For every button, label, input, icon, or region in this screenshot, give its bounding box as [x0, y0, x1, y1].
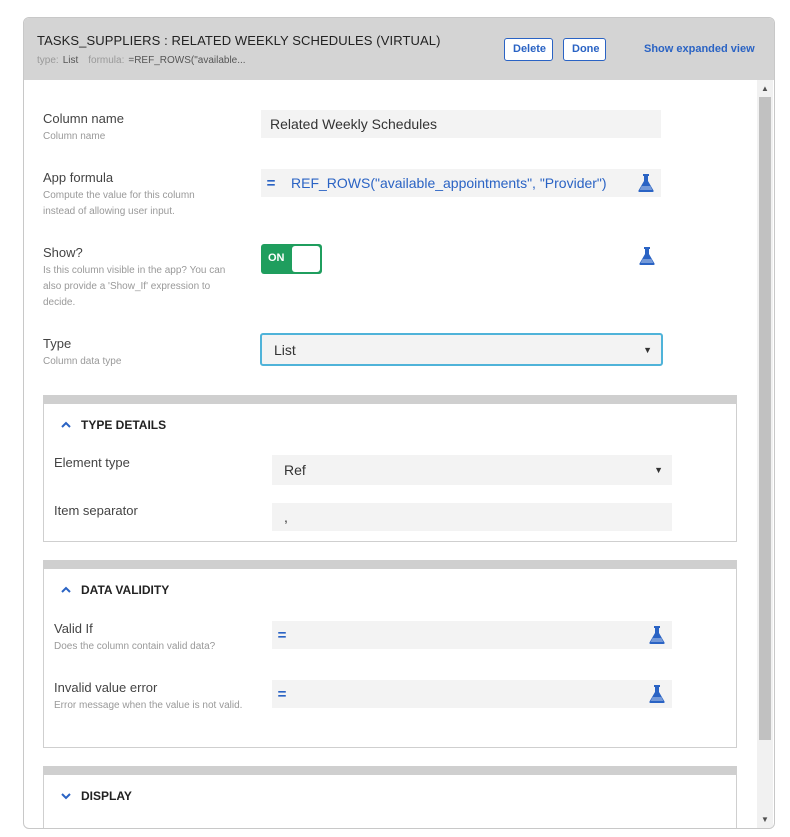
- show-expanded-view-link[interactable]: Show expanded view: [644, 43, 755, 55]
- dialog-subtitle: type: List formula: =REF_ROWS("available...: [37, 55, 246, 66]
- type-value: List: [62, 55, 79, 66]
- app-formula-input[interactable]: = REF_ROWS("available_appointments", "Pr…: [261, 169, 661, 197]
- flask-icon[interactable]: [648, 684, 666, 704]
- data-validity-section: DATA VALIDITY Valid If Does the column c…: [43, 560, 737, 748]
- formula-equals-icon: =: [277, 685, 287, 703]
- element-type-value: Ref: [284, 462, 306, 478]
- column-name-help: Column name: [43, 131, 106, 142]
- type-label: Type: [43, 336, 72, 351]
- dropdown-arrow-icon: ▼: [654, 465, 663, 475]
- data-validity-header[interactable]: DATA VALIDITY: [60, 583, 169, 597]
- type-details-section: TYPE DETAILS Element type Ref ▼ Item sep…: [43, 395, 737, 542]
- done-button[interactable]: Done: [563, 38, 606, 61]
- element-type-select[interactable]: Ref ▼: [272, 455, 672, 485]
- invalid-value-error-input[interactable]: =: [272, 680, 672, 708]
- app-formula-label: App formula: [43, 170, 114, 185]
- data-validity-title: DATA VALIDITY: [81, 583, 170, 597]
- display-section: DISPLAY: [43, 766, 737, 828]
- formula-key: formula:: [88, 55, 125, 66]
- type-help: Column data type: [43, 356, 122, 367]
- dialog-header: TASKS_SUPPLIERS : RELATED WEEKLY SCHEDUL…: [24, 18, 774, 80]
- item-separator-input[interactable]: ,: [272, 503, 672, 531]
- valid-if-help: Does the column contain valid data?: [54, 641, 216, 652]
- column-name-label: Column name: [43, 111, 124, 126]
- formula-value: =REF_ROWS("available...: [128, 55, 246, 66]
- valid-if-label: Valid If: [54, 621, 93, 636]
- formula-equals-icon: =: [266, 174, 276, 192]
- element-type-label: Element type: [54, 455, 130, 470]
- show-help: Is this column visible in the app? You c…: [43, 265, 226, 308]
- toggle-on-label: ON: [268, 252, 285, 264]
- chevron-up-icon: [61, 586, 71, 593]
- formula-equals-icon: =: [277, 626, 287, 644]
- scroll-up-arrow-icon[interactable]: ▲: [757, 82, 773, 96]
- type-select-value: List: [274, 341, 296, 358]
- vertical-scrollbar[interactable]: ▲ ▼: [757, 80, 773, 828]
- chevron-up-icon: [61, 421, 71, 428]
- delete-button[interactable]: Delete: [504, 38, 553, 61]
- flask-icon[interactable]: [637, 173, 655, 193]
- scroll-down-arrow-icon[interactable]: ▼: [757, 813, 773, 827]
- scrollbar-thumb[interactable]: [759, 97, 771, 740]
- invalid-value-error-label: Invalid value error: [54, 680, 158, 695]
- column-name-input[interactable]: Related Weekly Schedules: [261, 110, 661, 138]
- app-formula-value: REF_ROWS("available_appointments", "Prov…: [291, 175, 607, 191]
- flask-icon[interactable]: [638, 246, 656, 266]
- item-separator-label: Item separator: [54, 503, 138, 518]
- show-toggle[interactable]: ON: [261, 244, 322, 274]
- dialog-title: TASKS_SUPPLIERS : RELATED WEEKLY SCHEDUL…: [37, 33, 441, 48]
- dialog-content: Column name Column name Related Weekly S…: [24, 80, 774, 828]
- column-editor-dialog: TASKS_SUPPLIERS : RELATED WEEKLY SCHEDUL…: [23, 17, 775, 829]
- type-select[interactable]: List ▼: [260, 333, 663, 366]
- type-key: type:: [37, 55, 59, 66]
- flask-icon[interactable]: [648, 625, 666, 645]
- type-details-title: TYPE DETAILS: [81, 418, 167, 432]
- valid-if-input[interactable]: =: [272, 621, 672, 649]
- invalid-value-error-help: Error message when the value is not vali…: [54, 700, 243, 711]
- app-formula-help: Compute the value for this column instea…: [43, 190, 195, 217]
- dropdown-arrow-icon: ▼: [643, 344, 652, 355]
- display-header[interactable]: DISPLAY: [60, 789, 132, 803]
- type-details-header[interactable]: TYPE DETAILS: [60, 418, 166, 432]
- show-label: Show?: [43, 245, 83, 260]
- toggle-knob: [292, 246, 320, 272]
- chevron-down-icon: [61, 793, 71, 800]
- display-title: DISPLAY: [81, 789, 132, 803]
